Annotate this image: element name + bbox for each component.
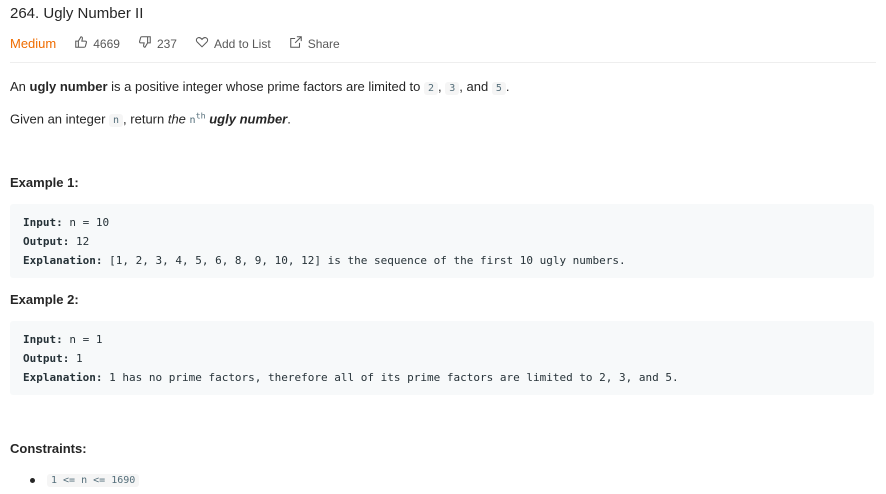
example-2-output: Output: 1 xyxy=(23,349,861,368)
text: , return xyxy=(123,111,168,127)
example-1-explanation: Explanation: [1, 2, 3, 4, 5, 6, 8, 9, 10… xyxy=(23,251,861,270)
problem-title: 264. Ugly Number II xyxy=(10,5,144,22)
explanation-label: Explanation: xyxy=(23,254,103,267)
share-label: Share xyxy=(307,36,340,51)
explanation-value: 1 has no prime factors, therefore all of… xyxy=(102,371,679,384)
text: An xyxy=(10,79,30,94)
constraints-heading: Constraints: xyxy=(10,441,87,456)
input-value: n = 10 xyxy=(62,216,110,229)
text: . xyxy=(287,111,291,127)
problem-meta-bar: Medium 4669 237 Add to List Share xyxy=(10,35,340,52)
example-1-input: Input: n = 10 xyxy=(23,213,861,232)
dislike-button[interactable]: 237 xyxy=(138,35,177,52)
thumbs-up-icon xyxy=(74,35,88,52)
example-2-heading: Example 2: xyxy=(10,292,79,307)
description-paragraph-2: Given an integer n, return the nth ugly … xyxy=(10,111,291,128)
text: . xyxy=(505,79,510,94)
explanation-value: [1, 2, 3, 4, 5, 6, 8, 9, 10, 12] is the … xyxy=(102,254,626,267)
like-button[interactable]: 4669 xyxy=(74,35,120,52)
example-1-heading: Example 1: xyxy=(10,175,79,190)
difficulty-label: Medium xyxy=(10,36,57,51)
share-icon xyxy=(289,35,303,52)
thumbs-down-icon xyxy=(138,35,152,52)
like-count: 4669 xyxy=(93,36,120,51)
add-to-list-label: Add to List xyxy=(213,36,271,51)
example-2-explanation: Explanation: 1 has no prime factors, the… xyxy=(23,368,861,387)
input-label: Input: xyxy=(23,333,63,346)
output-label: Output: xyxy=(23,352,70,365)
example-1-block: Input: n = 10 Output: 12 Explanation: [1… xyxy=(10,204,874,278)
inline-code: 3 xyxy=(445,82,460,95)
add-to-list-button[interactable]: Add to List xyxy=(195,35,271,52)
description-paragraph-1: An ugly number is a positive integer who… xyxy=(10,79,510,95)
output-label: Output: xyxy=(23,235,70,248)
text: Given an integer xyxy=(10,111,110,127)
text: , and xyxy=(459,79,492,94)
nth-code: nth xyxy=(190,111,206,126)
example-2-block: Input: n = 1 Output: 1 Explanation: 1 ha… xyxy=(10,321,874,395)
inline-code: 2 xyxy=(424,82,439,95)
input-label: Input: xyxy=(23,216,63,229)
dislike-count: 237 xyxy=(156,36,177,51)
term-ugly-number-emphasis: ugly number xyxy=(209,111,288,127)
term-ugly-number: ugly number xyxy=(29,79,108,94)
output-value: 1 xyxy=(69,352,83,365)
bullet-icon xyxy=(30,478,35,483)
output-value: 12 xyxy=(69,235,90,248)
explanation-label: Explanation: xyxy=(23,371,103,384)
heart-icon xyxy=(195,35,209,52)
example-1-output: Output: 12 xyxy=(23,232,861,251)
example-2-input: Input: n = 1 xyxy=(23,330,861,349)
input-value: n = 1 xyxy=(62,333,103,346)
text-italic: the xyxy=(167,111,186,127)
nth-superscript: th xyxy=(195,111,206,121)
inline-code: n xyxy=(109,114,124,128)
constraint-code: 1 <= n <= 1690 xyxy=(47,474,140,487)
text: is a positive integer whose prime factor… xyxy=(107,79,424,94)
inline-code: 5 xyxy=(491,82,506,95)
problem-description-panel: 264. Ugly Number II Medium 4669 237 Add … xyxy=(0,0,886,494)
share-button[interactable]: Share xyxy=(289,35,340,52)
header-divider xyxy=(10,62,876,63)
constraint-item: 1 <= n <= 1690 xyxy=(30,474,140,487)
